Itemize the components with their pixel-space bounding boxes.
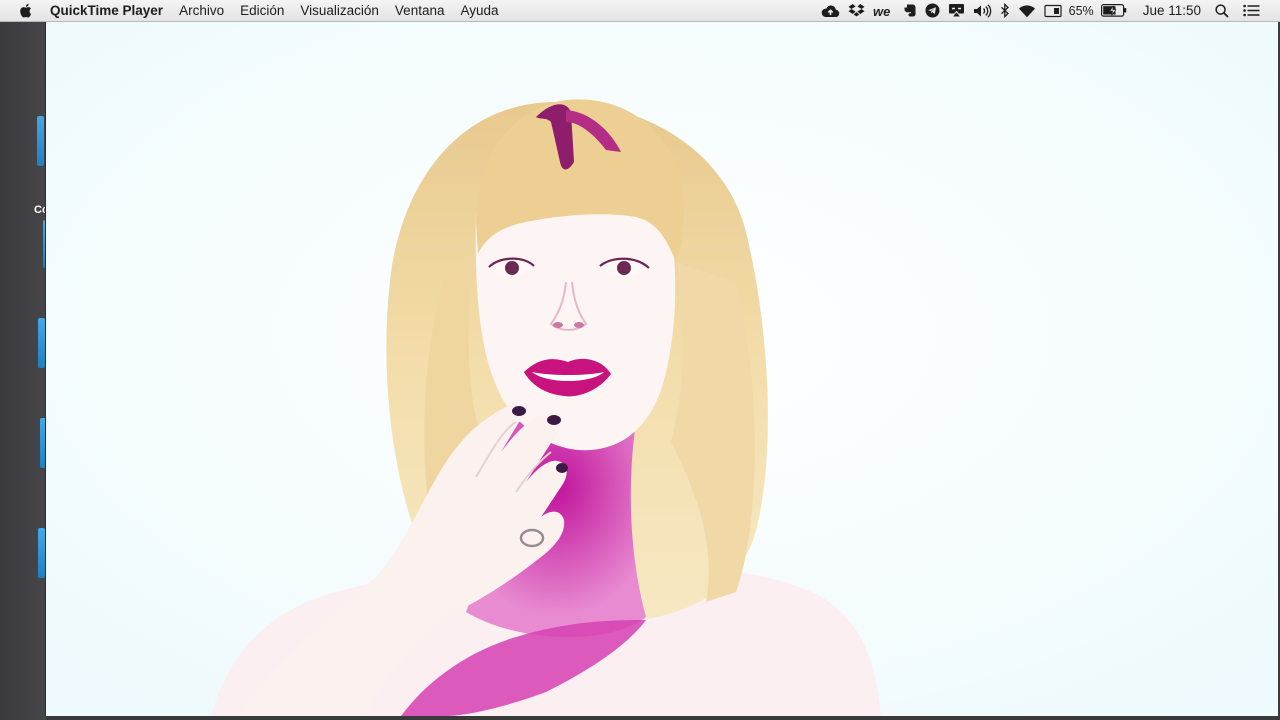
cloud-upload-icon[interactable]	[821, 0, 840, 21]
dropbox-icon[interactable]	[848, 0, 865, 21]
menu-edicion[interactable]: Edición	[232, 0, 292, 21]
desktop-file-icon[interactable]	[37, 116, 44, 166]
airplay-icon[interactable]	[948, 0, 965, 21]
svg-text:we: we	[873, 5, 890, 17]
spotlight-search-icon[interactable]	[1215, 0, 1229, 21]
apple-logo-icon[interactable]	[19, 3, 32, 18]
menu-ventana[interactable]: Ventana	[387, 0, 453, 21]
app-name-menu[interactable]: QuickTime Player	[50, 0, 171, 21]
quicktime-player-window[interactable]	[45, 22, 1278, 716]
battery-icon[interactable]	[1100, 0, 1127, 21]
menu-visualizacion[interactable]: Visualización	[292, 0, 387, 21]
wifi-icon[interactable]	[1018, 0, 1036, 21]
telegram-icon[interactable]	[925, 0, 940, 21]
menu-archivo[interactable]: Archivo	[171, 0, 232, 21]
evernote-icon[interactable]	[903, 0, 917, 21]
battery-percent[interactable]: 65%	[1069, 4, 1094, 18]
menu-bar: QuickTime Player Archivo Edición Visuali…	[0, 0, 1280, 22]
calendar-icon[interactable]	[1044, 0, 1062, 21]
menu-clock[interactable]: Jue 11:50	[1143, 3, 1201, 18]
menu-ayuda[interactable]: Ayuda	[452, 0, 506, 21]
status-menus: we 65% Jue 11:50	[817, 0, 1280, 21]
wetransfer-icon[interactable]: we	[873, 0, 895, 21]
volume-icon[interactable]	[973, 0, 992, 21]
video-frame[interactable]	[46, 22, 1278, 716]
desktop-background: Cc	[0, 22, 50, 720]
desktop-file-icon[interactable]	[38, 318, 45, 368]
bluetooth-icon[interactable]	[1000, 0, 1010, 21]
notification-center-icon[interactable]	[1243, 0, 1260, 21]
desktop-file-icon[interactable]	[38, 528, 45, 578]
